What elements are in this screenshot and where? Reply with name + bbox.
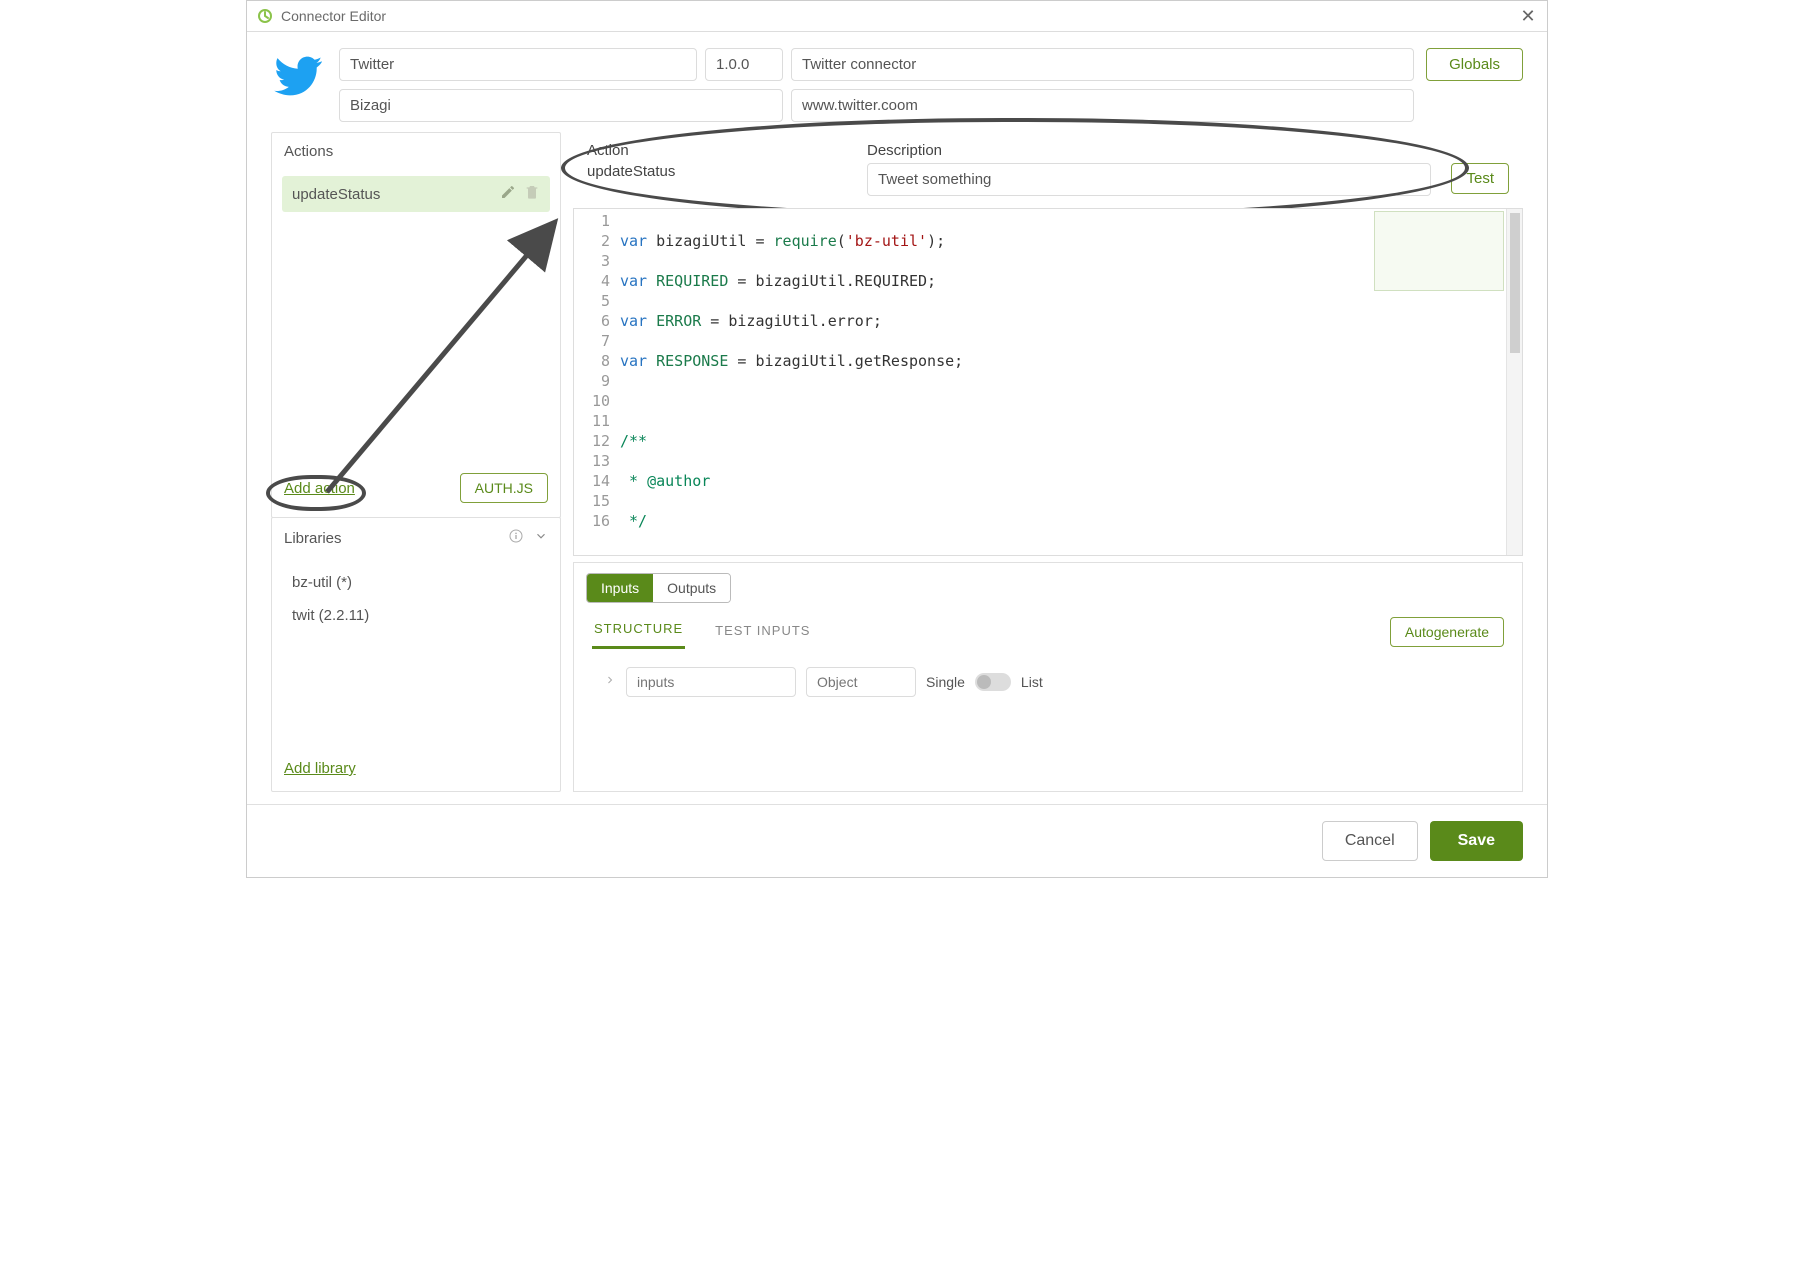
save-button[interactable]: Save <box>1430 821 1523 861</box>
code-scrollbar-thumb[interactable] <box>1510 213 1520 353</box>
window-title: Connector Editor <box>281 8 386 24</box>
subtab-structure[interactable]: STRUCTURE <box>592 615 685 649</box>
actions-panel-header: Actions <box>272 133 560 170</box>
header-fields: Twitter 1.0.0 Twitter connector Bizagi w… <box>339 48 1414 122</box>
inputs-type-field[interactable] <box>806 667 916 697</box>
autogenerate-button[interactable]: Autogenerate <box>1390 617 1504 647</box>
title-bar: Connector Editor ✕ <box>247 1 1547 32</box>
auth-js-button[interactable]: AUTH.JS <box>460 473 548 503</box>
code-editor[interactable]: 12345678910111213141516 var bizagiUtil =… <box>573 208 1523 556</box>
header-area: Twitter 1.0.0 Twitter connector Bizagi w… <box>247 32 1547 132</box>
info-icon[interactable] <box>508 528 524 548</box>
pencil-icon[interactable] <box>500 184 516 204</box>
action-detail-header: Action updateStatus Description Tweet so… <box>573 132 1523 208</box>
add-library-link[interactable]: Add library <box>272 750 560 791</box>
action-description-input[interactable]: Tweet something <box>867 163 1431 196</box>
action-name-value: updateStatus <box>587 163 847 180</box>
left-column: Actions updateStatus <box>271 132 561 792</box>
chevron-down-icon[interactable] <box>534 529 548 547</box>
connector-version-input[interactable]: 1.0.0 <box>705 48 783 81</box>
code-minimap[interactable] <box>1374 211 1504 291</box>
io-tab-group: Inputs Outputs <box>586 573 731 603</box>
actions-list: updateStatus <box>272 170 560 218</box>
single-label: Single <box>926 674 965 690</box>
actions-footer: Add action AUTH.JS <box>272 463 560 517</box>
libraries-panel-title: Libraries <box>284 530 342 547</box>
connector-url-input[interactable]: www.twitter.coom <box>791 89 1414 122</box>
connector-logo <box>271 48 327 104</box>
io-panel: Inputs Outputs STRUCTURE TEST INPUTS Aut… <box>573 562 1523 792</box>
test-button[interactable]: Test <box>1451 163 1509 194</box>
connector-editor-window: Connector Editor ✕ Twitter 1.0.0 Twitter… <box>246 0 1548 878</box>
inputs-name-field[interactable] <box>626 667 796 697</box>
main-body: Actions updateStatus <box>247 132 1547 804</box>
library-item[interactable]: bz-util (*) <box>292 566 540 599</box>
action-item[interactable]: updateStatus <box>282 176 550 212</box>
connector-description-input[interactable]: Twitter connector <box>791 48 1414 81</box>
library-item[interactable]: twit (2.2.11) <box>292 599 540 632</box>
description-label: Description <box>867 142 1431 159</box>
footer: Cancel Save <box>247 804 1547 877</box>
connector-author-input[interactable]: Bizagi <box>339 89 783 122</box>
globals-button[interactable]: Globals <box>1426 48 1523 81</box>
tab-outputs[interactable]: Outputs <box>653 574 730 602</box>
cancel-button[interactable]: Cancel <box>1322 821 1418 861</box>
tab-inputs[interactable]: Inputs <box>587 574 653 602</box>
connector-name-input[interactable]: Twitter <box>339 48 697 81</box>
trash-icon[interactable] <box>524 184 540 204</box>
close-icon[interactable]: ✕ <box>1519 7 1537 25</box>
libraries-panel: Libraries bz-util (*) twit (2.2.11) Add … <box>271 517 561 792</box>
code-gutter: 12345678910111213141516 <box>574 211 620 553</box>
single-list-toggle[interactable] <box>975 673 1011 691</box>
right-column: Action updateStatus Description Tweet so… <box>573 132 1523 792</box>
action-item-label: updateStatus <box>292 186 380 203</box>
subtab-test-inputs[interactable]: TEST INPUTS <box>713 617 812 648</box>
add-action-link[interactable]: Add action <box>284 480 355 497</box>
code-scrollbar[interactable] <box>1506 209 1522 555</box>
action-label: Action <box>587 142 847 159</box>
libraries-panel-header: Libraries <box>272 518 560 558</box>
list-label: List <box>1021 674 1043 690</box>
structure-row: Single List <box>574 649 1522 715</box>
app-icon <box>257 8 273 24</box>
libraries-list: bz-util (*) twit (2.2.11) <box>272 558 560 750</box>
actions-panel: Actions updateStatus <box>271 132 561 518</box>
chevron-right-icon[interactable] <box>604 673 616 691</box>
